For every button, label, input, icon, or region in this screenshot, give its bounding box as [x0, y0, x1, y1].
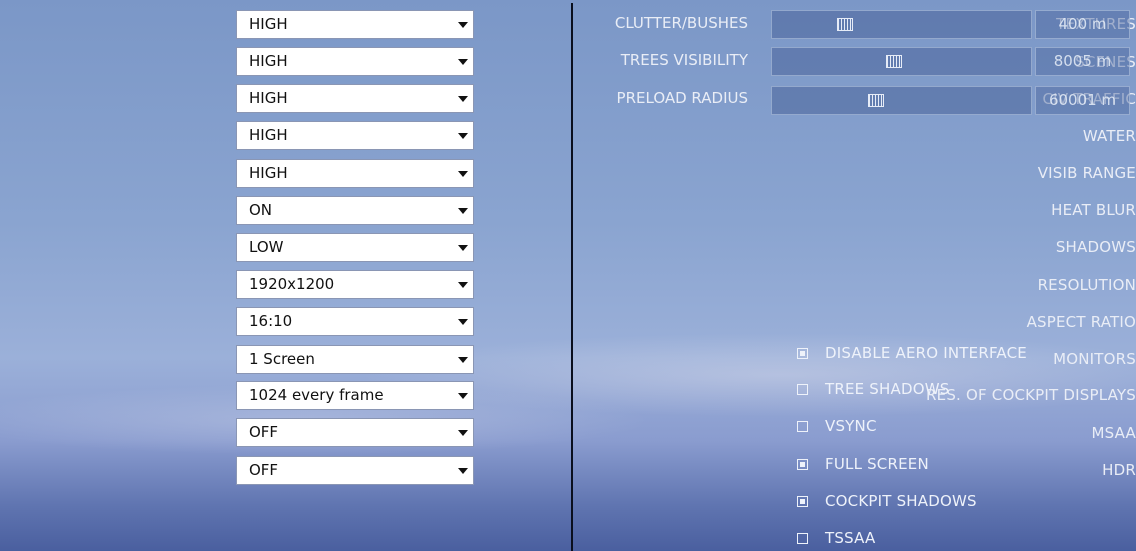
cockpit-shadows-option[interactable]: COCKPIT SHADOWS: [797, 489, 977, 513]
chevron-down-icon: [458, 22, 468, 28]
preload-radius-label: PRELOAD RADIUS: [616, 89, 748, 107]
scenes-dropdown[interactable]: HIGH: [236, 47, 474, 76]
visib-range-value: HIGH: [249, 164, 288, 182]
monitors-dropdown[interactable]: 1 Screen: [236, 345, 474, 374]
heat-blur-value: ON: [249, 201, 273, 219]
shadows-value: LOW: [249, 238, 284, 256]
water-value: HIGH: [249, 126, 288, 144]
aspect-ratio-value: 16:10: [249, 312, 293, 330]
clutter-bushes-label: CLUTTER/BUSHES: [614, 14, 748, 32]
full-screen-option[interactable]: FULL SCREEN: [797, 452, 929, 476]
preload-radius-readout: 60001 m: [1035, 86, 1130, 115]
aspect-ratio-dropdown[interactable]: 16:10: [236, 307, 474, 336]
resolution-value: 1920x1200: [249, 275, 335, 293]
checkbox-icon[interactable]: [797, 532, 808, 544]
cockpit-shadows-label: COCKPIT SHADOWS: [825, 492, 977, 510]
trees-visibility-slider[interactable]: [771, 47, 1032, 76]
preload-radius-slider[interactable]: [771, 86, 1032, 115]
monitors-value: 1 Screen: [249, 350, 315, 368]
slider-handle[interactable]: [867, 94, 884, 107]
heat-blur-label: HEAT BLUR: [1051, 201, 1136, 219]
chevron-down-icon: [458, 208, 468, 214]
cockpit-displays-dropdown[interactable]: 1024 every frame: [236, 381, 474, 410]
checkbox-icon[interactable]: [797, 495, 808, 507]
shadows-dropdown[interactable]: LOW: [236, 233, 474, 262]
chevron-down-icon: [458, 96, 468, 102]
panel-divider: [571, 3, 573, 551]
chevron-down-icon: [458, 59, 468, 65]
checkbox-icon[interactable]: [797, 383, 808, 395]
chevron-down-icon: [458, 393, 468, 399]
textures-dropdown[interactable]: HIGH: [236, 10, 474, 39]
vsync-option[interactable]: VSYNC: [797, 414, 877, 438]
trees-visibility-label: TREES VISIBILITY: [620, 51, 748, 69]
chevron-down-icon: [458, 468, 468, 474]
water-dropdown[interactable]: HIGH: [236, 121, 474, 150]
civ-traffic-value: HIGH: [249, 89, 288, 107]
disable-aero-interface-label: DISABLE AERO INTERFACE: [825, 344, 1027, 362]
tssaa-option[interactable]: TSSAA: [797, 526, 875, 550]
slider-handle[interactable]: [836, 18, 853, 31]
scenes-value: HIGH: [249, 52, 288, 70]
textures-value: HIGH: [249, 15, 288, 33]
resolution-dropdown[interactable]: 1920x1200: [236, 270, 474, 299]
shadows-label: SHADOWS: [1055, 238, 1136, 256]
aspect-ratio-label: ASPECT RATIO: [1026, 313, 1136, 331]
chevron-down-icon: [458, 357, 468, 363]
tssaa-label: TSSAA: [825, 529, 876, 547]
hdr-label: HDR: [1102, 461, 1136, 479]
checkbox-icon[interactable]: [797, 420, 808, 432]
checkbox-icon[interactable]: [797, 347, 808, 359]
clutter-bushes-slider[interactable]: [771, 10, 1032, 39]
chevron-down-icon: [458, 171, 468, 177]
msaa-value: OFF: [249, 423, 279, 441]
cockpit-displays-value: 1024 every frame: [249, 386, 384, 404]
chevron-down-icon: [458, 430, 468, 436]
civ-traffic-dropdown[interactable]: HIGH: [236, 84, 474, 113]
tree-shadows-option[interactable]: TREE SHADOWS: [797, 377, 949, 401]
chevron-down-icon: [458, 245, 468, 251]
chevron-down-icon: [458, 133, 468, 139]
hdr-value: OFF: [249, 461, 279, 479]
checkbox-icon[interactable]: [797, 458, 808, 470]
msaa-label: MSAA: [1091, 424, 1136, 442]
hdr-dropdown[interactable]: OFF: [236, 456, 474, 485]
water-label: WATER: [1082, 127, 1136, 145]
heat-blur-dropdown[interactable]: ON: [236, 196, 474, 225]
full-screen-label: FULL SCREEN: [825, 455, 929, 473]
tree-shadows-label: TREE SHADOWS: [825, 380, 950, 398]
chevron-down-icon: [458, 282, 468, 288]
visib-range-label: VISIB RANGE: [1037, 164, 1136, 182]
resolution-label: RESOLUTION: [1037, 276, 1136, 294]
disable-aero-interface-option[interactable]: DISABLE AERO INTERFACE: [797, 341, 1027, 365]
clutter-bushes-readout: 400 m: [1035, 10, 1130, 39]
visib-range-dropdown[interactable]: HIGH: [236, 159, 474, 188]
msaa-dropdown[interactable]: OFF: [236, 418, 474, 447]
vsync-label: VSYNC: [825, 417, 877, 435]
chevron-down-icon: [458, 319, 468, 325]
trees-visibility-readout: 8005 m: [1035, 47, 1130, 76]
slider-handle[interactable]: [885, 55, 902, 68]
